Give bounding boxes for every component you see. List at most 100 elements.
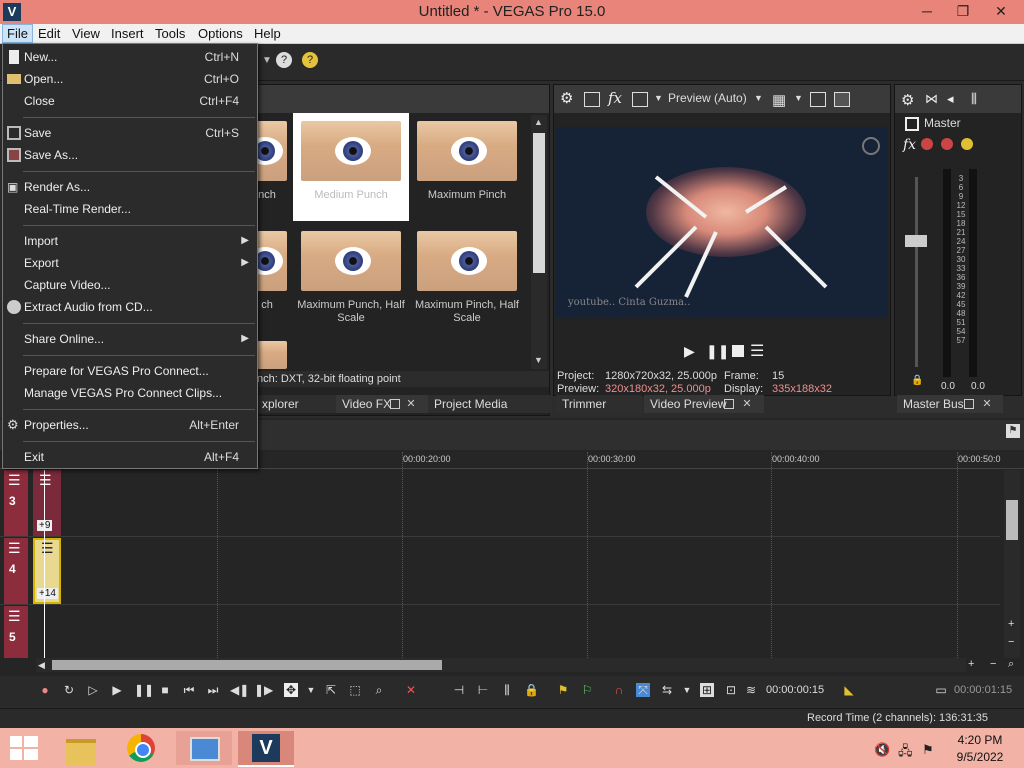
- menu-tools[interactable]: Tools: [151, 25, 189, 42]
- zoom-tool-icon[interactable]: ⌕: [372, 683, 386, 697]
- menu-item-render-as[interactable]: ▣ Render As...: [3, 176, 257, 198]
- tab-trimmer[interactable]: Trimmer: [556, 395, 642, 413]
- stop-icon[interactable]: ■: [158, 683, 172, 697]
- menu-item-save[interactable]: Save Ctrl+S: [3, 122, 257, 144]
- menu-options[interactable]: Options: [194, 25, 247, 42]
- menu-item-import[interactable]: Import ▶: [3, 230, 257, 252]
- windows-start-icon[interactable]: [10, 736, 38, 760]
- zoom-out-horizontal-icon[interactable]: −: [990, 658, 996, 670]
- dropdown-arrow-icon[interactable]: ▼: [262, 55, 272, 66]
- insert-marker-icon[interactable]: ⚑: [556, 683, 570, 697]
- audio-clip-selected[interactable]: ☰ +14: [33, 538, 61, 604]
- ripple-dropdown-icon[interactable]: ▼: [680, 683, 694, 697]
- scroll-thumb[interactable]: [52, 660, 442, 670]
- menu-item-capture-video[interactable]: Capture Video...: [3, 274, 257, 296]
- menu-item-close[interactable]: Close Ctrl+F4: [3, 90, 257, 112]
- envelope-tool-icon[interactable]: ⇱: [324, 683, 338, 697]
- dropdown-arrow-icon[interactable]: ▼: [654, 93, 663, 103]
- gear-icon[interactable]: ⚙: [560, 91, 576, 107]
- fx-scrollbar[interactable]: ▲ ▼: [531, 115, 547, 369]
- menu-icon[interactable]: ☰: [750, 341, 764, 361]
- pause-icon[interactable]: ❚❚: [706, 343, 729, 360]
- fx-thumbnail[interactable]: [417, 121, 517, 181]
- fader-handle[interactable]: [905, 235, 927, 247]
- track-header[interactable]: ☰ 4: [4, 538, 28, 604]
- track-menu-icon[interactable]: ☰: [8, 608, 21, 625]
- delete-icon[interactable]: ✕: [404, 683, 418, 697]
- time-selection-icon[interactable]: ◣: [842, 683, 856, 697]
- fader-track[interactable]: [915, 177, 918, 367]
- zoom-in-icon[interactable]: +: [1008, 618, 1014, 630]
- normal-edit-tool-icon[interactable]: ✥: [284, 683, 298, 697]
- track-header[interactable]: ☰ 5: [4, 606, 28, 658]
- scroll-thumb[interactable]: [533, 133, 545, 273]
- menu-item-prepare-connect[interactable]: Prepare for VEGAS Pro Connect...: [3, 360, 257, 382]
- auto-crossfade-icon[interactable]: ⤧: [636, 683, 650, 697]
- volume-muted-icon[interactable]: 🔇: [874, 742, 890, 758]
- menu-help[interactable]: Help: [250, 25, 285, 42]
- lock-icon[interactable]: 🔒: [524, 683, 539, 697]
- dim-icon[interactable]: ◂: [947, 91, 954, 107]
- scrub-icon[interactable]: ≋: [744, 683, 758, 697]
- mute-icon[interactable]: [941, 138, 953, 150]
- auto-ripple-icon[interactable]: ⇆: [660, 683, 674, 697]
- next-frame-icon[interactable]: ❚▶: [254, 683, 273, 697]
- solo-icon[interactable]: [961, 138, 973, 150]
- action-center-icon[interactable]: ⚑: [922, 742, 934, 758]
- selection-tool-icon[interactable]: ⬚: [348, 683, 362, 697]
- audio-clip[interactable]: ☰ +9: [33, 470, 61, 536]
- loop-playback-icon[interactable]: ↻: [62, 683, 76, 697]
- menu-item-open[interactable]: Open... Ctrl+O: [3, 68, 257, 90]
- close-tab-icon[interactable]: ✕: [982, 399, 992, 410]
- tab-explorer[interactable]: xplorer: [256, 395, 336, 413]
- close-button[interactable]: ✕: [984, 0, 1018, 22]
- menu-item-export[interactable]: Export ▶: [3, 252, 257, 274]
- play-icon[interactable]: ▶: [684, 343, 695, 360]
- loop-region-icon[interactable]: ▭: [934, 683, 948, 697]
- taskbar-date[interactable]: 9/5/2022: [956, 750, 1004, 764]
- master-checkbox-icon[interactable]: [905, 117, 919, 131]
- menu-edit[interactable]: Edit: [34, 25, 64, 42]
- copy-snapshot-icon[interactable]: [584, 92, 600, 107]
- minimize-button[interactable]: ─: [910, 0, 944, 22]
- menu-item-real-time-render[interactable]: Real-Time Render...: [3, 198, 257, 220]
- go-to-start-icon[interactable]: ⏮: [182, 683, 196, 697]
- zoom-in-horizontal-icon[interactable]: +: [968, 658, 974, 670]
- close-tab-icon[interactable]: ✕: [742, 399, 752, 410]
- pause-icon[interactable]: ❚❚: [134, 683, 154, 697]
- fx-icon[interactable]: fx: [903, 137, 916, 153]
- downmix-icon[interactable]: ⋈: [925, 91, 938, 107]
- marker-icon[interactable]: ⚑: [1006, 424, 1020, 438]
- restore-button[interactable]: ❐: [946, 0, 980, 22]
- copy-frame-icon[interactable]: [810, 92, 826, 107]
- chrome-icon[interactable]: [114, 731, 170, 765]
- menu-view[interactable]: View: [68, 25, 104, 42]
- mixer-icon[interactable]: ⫼: [971, 91, 977, 107]
- fx-thumbnail[interactable]: [257, 341, 287, 369]
- menu-item-properties[interactable]: ⚙ Properties... Alt+Enter: [3, 414, 257, 436]
- timeline-horizontal-scrollbar[interactable]: ◀: [36, 658, 966, 672]
- track-menu-icon[interactable]: ☰: [8, 472, 21, 489]
- edit-tool-dropdown-icon[interactable]: ▼: [304, 683, 318, 697]
- menu-file[interactable]: File: [2, 24, 33, 43]
- tab-project-media[interactable]: Project Media: [428, 395, 552, 413]
- maximize-tab-icon[interactable]: [724, 399, 734, 409]
- close-tab-icon[interactable]: ✕: [406, 399, 416, 410]
- maximize-tab-icon[interactable]: [964, 399, 974, 409]
- menu-insert[interactable]: Insert: [107, 25, 148, 42]
- stop-icon[interactable]: [732, 345, 744, 357]
- grid-icon[interactable]: ▦: [772, 91, 786, 109]
- help-icon[interactable]: ?: [302, 52, 318, 68]
- split-icon[interactable]: ⫼: [500, 683, 514, 697]
- fx-thumbnail-selected[interactable]: Medium Punch: [293, 113, 409, 221]
- scroll-thumb[interactable]: [1006, 500, 1018, 540]
- fx-thumbnail[interactable]: [301, 231, 401, 291]
- overlay-dropdown-icon[interactable]: ▼: [794, 93, 803, 103]
- split-screen-icon[interactable]: [632, 92, 648, 107]
- file-explorer-icon[interactable]: [52, 731, 108, 765]
- insert-region-icon[interactable]: ⚐: [580, 683, 594, 697]
- fx-chain-icon[interactable]: [921, 138, 933, 150]
- ignore-grouping-icon[interactable]: ⊡: [724, 683, 738, 697]
- taskbar-time[interactable]: 4:20 PM: [956, 733, 1004, 747]
- zoom-tool-icon[interactable]: ⌕: [1008, 658, 1014, 671]
